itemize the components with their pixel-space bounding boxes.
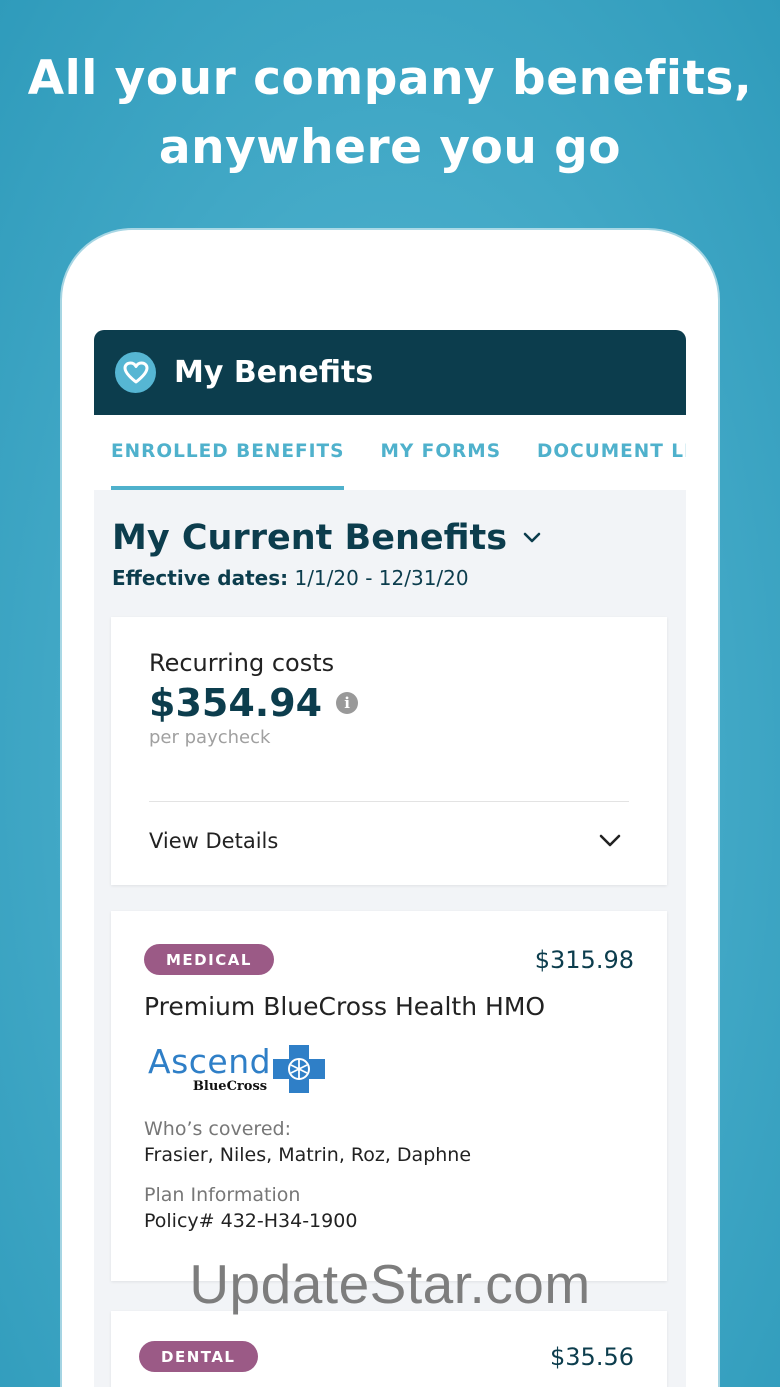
plan-type-badge: DENTAL <box>139 1341 258 1372</box>
tab-bar: ENROLLED BENEFITS MY FORMS DOCUMENT LIBR… <box>94 415 686 490</box>
app-title: My Benefits <box>174 355 374 390</box>
plan-type-badge: MEDICAL <box>144 944 274 975</box>
benefits-period-selector[interactable]: My Current Benefits <box>112 518 668 558</box>
heart-logo-icon <box>115 352 156 393</box>
medical-plan-card[interactable]: MEDICAL $315.98 Premium BlueCross Health… <box>111 911 667 1281</box>
covered-label: Who’s covered: <box>144 1118 291 1140</box>
recurring-period: per paycheck <box>149 727 271 748</box>
carrier-logo-text: Ascend BlueCross <box>148 1042 272 1095</box>
plan-price: $35.56 <box>550 1342 634 1371</box>
chevron-down-icon <box>523 532 541 543</box>
headline-line-2: anywhere you go <box>158 120 622 175</box>
covered-members: Frasier, Niles, Matrin, Roz, Daphne <box>144 1144 472 1166</box>
carrier-logo: Ascend BlueCross <box>148 1045 634 1094</box>
benefits-header: My Current Benefits Effective dates: 1/1… <box>94 490 686 590</box>
recurring-amount: $354.94 <box>149 681 323 725</box>
app-screen: My Benefits ENROLLED BENEFITS MY FORMS D… <box>94 330 686 1387</box>
plan-info-label: Plan Information <box>144 1184 301 1206</box>
tab-enrolled-benefits[interactable]: ENROLLED BENEFITS <box>111 415 345 490</box>
effective-dates: Effective dates: 1/1/20 - 12/31/20 <box>112 566 668 590</box>
marketing-headline: All your company benefits, anywhere you … <box>0 44 780 182</box>
tab-my-forms[interactable]: MY FORMS <box>380 415 501 490</box>
recurring-costs-card: Recurring costs $354.94 i per paycheck V… <box>111 617 667 885</box>
page-title: My Current Benefits <box>112 518 508 558</box>
carrier-logo-word: Ascend <box>148 1042 272 1081</box>
effective-dates-value: 1/1/20 - 12/31/20 <box>294 566 469 590</box>
dental-plan-card[interactable]: DENTAL $35.56 <box>111 1311 667 1387</box>
tab-document-library[interactable]: DOCUMENT LIBRA <box>537 415 686 490</box>
carrier-logo-sub: BlueCross <box>192 1079 268 1094</box>
plan-header: MEDICAL $315.98 <box>144 944 634 975</box>
watermark: UpdateStar.com <box>189 1253 591 1315</box>
effective-dates-label: Effective dates: <box>112 566 289 590</box>
plan-price: $315.98 <box>534 945 634 974</box>
bluecross-icon <box>273 1045 326 1093</box>
recurring-costs-label: Recurring costs <box>149 649 335 677</box>
headline-line-1: All your company benefits, <box>27 51 753 106</box>
policy-number: Policy# 432-H34-1900 <box>144 1210 358 1232</box>
app-bar: My Benefits <box>94 330 686 415</box>
plan-header: DENTAL $35.56 <box>139 1341 634 1372</box>
plan-name: Premium BlueCross Health HMO <box>144 992 546 1021</box>
view-details-label: View Details <box>149 829 279 853</box>
info-icon[interactable]: i <box>336 692 359 714</box>
recurring-amount-row: $354.94 i <box>149 681 629 725</box>
view-details-toggle[interactable]: View Details <box>149 802 629 880</box>
chevron-down-icon <box>599 834 621 847</box>
